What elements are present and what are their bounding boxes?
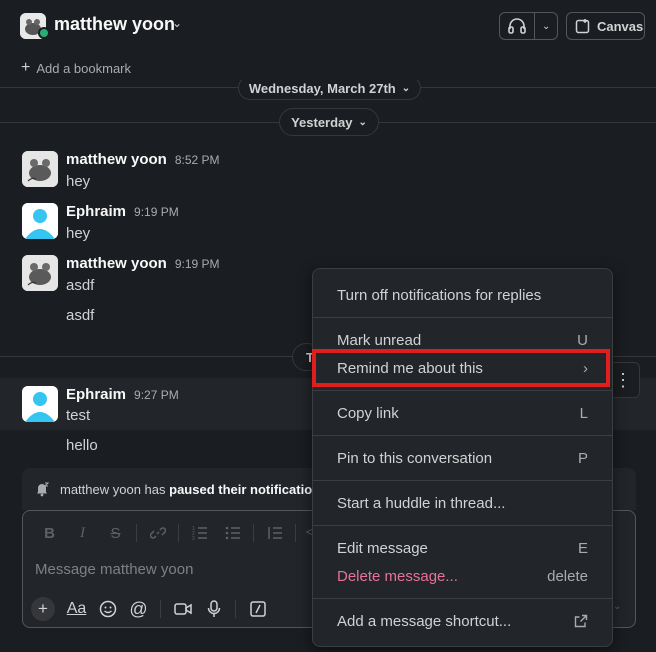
formatting-toolbar: B I S 123 </>: [33, 521, 333, 545]
menu-item-shortcut: P: [577, 449, 588, 467]
slash-command-icon[interactable]: [242, 595, 273, 623]
avatar[interactable]: [22, 255, 58, 291]
menu-item-turn-off-notifications[interactable]: Turn off notifications for replies: [313, 281, 612, 309]
menu-item-shortcut: U: [577, 331, 588, 349]
divider: [136, 524, 137, 542]
link-icon[interactable]: [141, 521, 174, 545]
canvas-label: Canvas: [597, 18, 644, 34]
message-author[interactable]: Ephraim: [66, 386, 126, 403]
mention-icon[interactable]: @: [123, 595, 154, 623]
bold-icon[interactable]: B: [33, 521, 66, 545]
bell-snooze-icon: [37, 482, 50, 497]
menu-item-delete-message[interactable]: Delete message... delete: [313, 562, 612, 590]
svg-text:3: 3: [192, 536, 195, 540]
add-bookmark-label: Add a bookmark: [36, 60, 132, 76]
canvas-icon: [575, 19, 590, 34]
italic-icon[interactable]: I: [66, 521, 99, 545]
send-options-chevron-icon[interactable]: ⌄: [613, 601, 621, 612]
date-divider-yesterday[interactable]: Yesterday ⌄: [279, 108, 379, 136]
divider: [295, 524, 296, 542]
divider: [313, 390, 612, 391]
message-author[interactable]: matthew yoon: [66, 255, 167, 272]
menu-item-shortcut: L: [579, 404, 588, 422]
menu-item-edit-message[interactable]: Edit message E: [313, 534, 612, 562]
huddle-button-group: ⌄: [499, 12, 558, 40]
message-text: hello: [66, 437, 98, 454]
microphone-icon[interactable]: [198, 595, 229, 623]
divider: [313, 598, 612, 599]
divider: [313, 435, 612, 436]
plus-icon[interactable]: +: [31, 597, 55, 621]
notification-text: matthew yoon has paused their notificati…: [60, 482, 327, 497]
menu-item-label: Edit message: [337, 539, 428, 557]
message-text: asdf: [66, 277, 95, 294]
menu-item-label: Pin to this conversation: [337, 449, 493, 467]
menu-item-shortcut: delete: [547, 567, 588, 585]
date-label: Wednesday, March 27th: [248, 80, 396, 96]
date-label: Yesterday: [291, 114, 353, 130]
message-author[interactable]: Ephraim: [66, 203, 126, 220]
headphones-icon[interactable]: [500, 13, 536, 39]
add-bookmark-link[interactable]: + Add a bookmark: [21, 59, 131, 77]
message-header: Ephraim 9:27 PM: [66, 386, 179, 404]
avatar[interactable]: [22, 151, 58, 187]
notification-bold: paused their notifications: [169, 481, 328, 497]
menu-item-copy-link[interactable]: Copy link L: [313, 399, 612, 427]
menu-item-shortcut: E: [577, 539, 588, 557]
divider: [160, 600, 161, 618]
highlight-box: [312, 349, 610, 387]
ordered-list-icon[interactable]: 123: [183, 521, 216, 545]
text-formatting-icon[interactable]: Aa: [61, 595, 92, 623]
message-author[interactable]: matthew yoon: [66, 151, 167, 168]
strikethrough-icon[interactable]: S: [99, 521, 132, 545]
emoji-icon[interactable]: [92, 595, 123, 623]
blockquote-icon[interactable]: [258, 521, 291, 545]
message-header: matthew yoon 8:52 PM: [66, 151, 220, 169]
menu-item-label: Copy link: [337, 404, 399, 422]
presence-status-icon: [38, 27, 50, 39]
avatar[interactable]: [22, 386, 58, 422]
message-text: hey: [66, 225, 91, 242]
composer-actions: + Aa @: [31, 595, 273, 623]
canvas-button[interactable]: Canvas: [566, 12, 645, 40]
message-text: hey: [66, 173, 91, 190]
divider: [178, 524, 179, 542]
menu-item-label: Turn off notifications for replies: [337, 286, 542, 304]
video-icon[interactable]: [167, 595, 198, 623]
menu-item-label: Mark unread: [337, 331, 422, 349]
message-header: matthew yoon 9:19 PM: [66, 255, 220, 273]
menu-item-add-shortcut[interactable]: Add a message shortcut...: [313, 607, 612, 635]
chevron-down-icon: ⌄: [358, 116, 367, 128]
chevron-down-icon[interactable]: ⌄: [172, 16, 182, 30]
message-timestamp[interactable]: 9:27 PM: [134, 388, 179, 402]
divider: [313, 480, 612, 481]
message-header: Ephraim 9:19 PM: [66, 203, 179, 221]
divider: [313, 317, 612, 318]
menu-item-start-huddle[interactable]: Start a huddle in thread...: [313, 489, 612, 517]
huddle-options-chevron-icon[interactable]: ⌄: [535, 13, 557, 39]
menu-item-label: Delete message...: [337, 567, 458, 585]
notification-prefix: matthew yoon has: [60, 481, 170, 497]
message-timestamp[interactable]: 8:52 PM: [175, 153, 220, 167]
menu-item-label: Start a huddle in thread...: [337, 494, 506, 512]
avatar[interactable]: [22, 203, 58, 239]
message-context-menu: Turn off notifications for replies Mark …: [312, 268, 613, 647]
divider: [235, 600, 236, 618]
external-link-icon: [574, 614, 588, 628]
message-timestamp[interactable]: 9:19 PM: [175, 257, 220, 271]
divider: [253, 524, 254, 542]
dm-user-name[interactable]: matthew yoon: [54, 14, 175, 35]
plus-icon: +: [21, 59, 31, 76]
divider: [313, 525, 612, 526]
bulleted-list-icon[interactable]: [216, 521, 249, 545]
message-timestamp[interactable]: 9:19 PM: [134, 205, 179, 219]
message-text: test: [66, 407, 91, 424]
message-input[interactable]: Message matthew yoon: [35, 561, 193, 578]
menu-item-pin[interactable]: Pin to this conversation P: [313, 444, 612, 472]
menu-item-label: Add a message shortcut...: [337, 612, 512, 630]
message-text: asdf: [66, 307, 95, 324]
chevron-down-icon: ⌄: [401, 82, 411, 94]
